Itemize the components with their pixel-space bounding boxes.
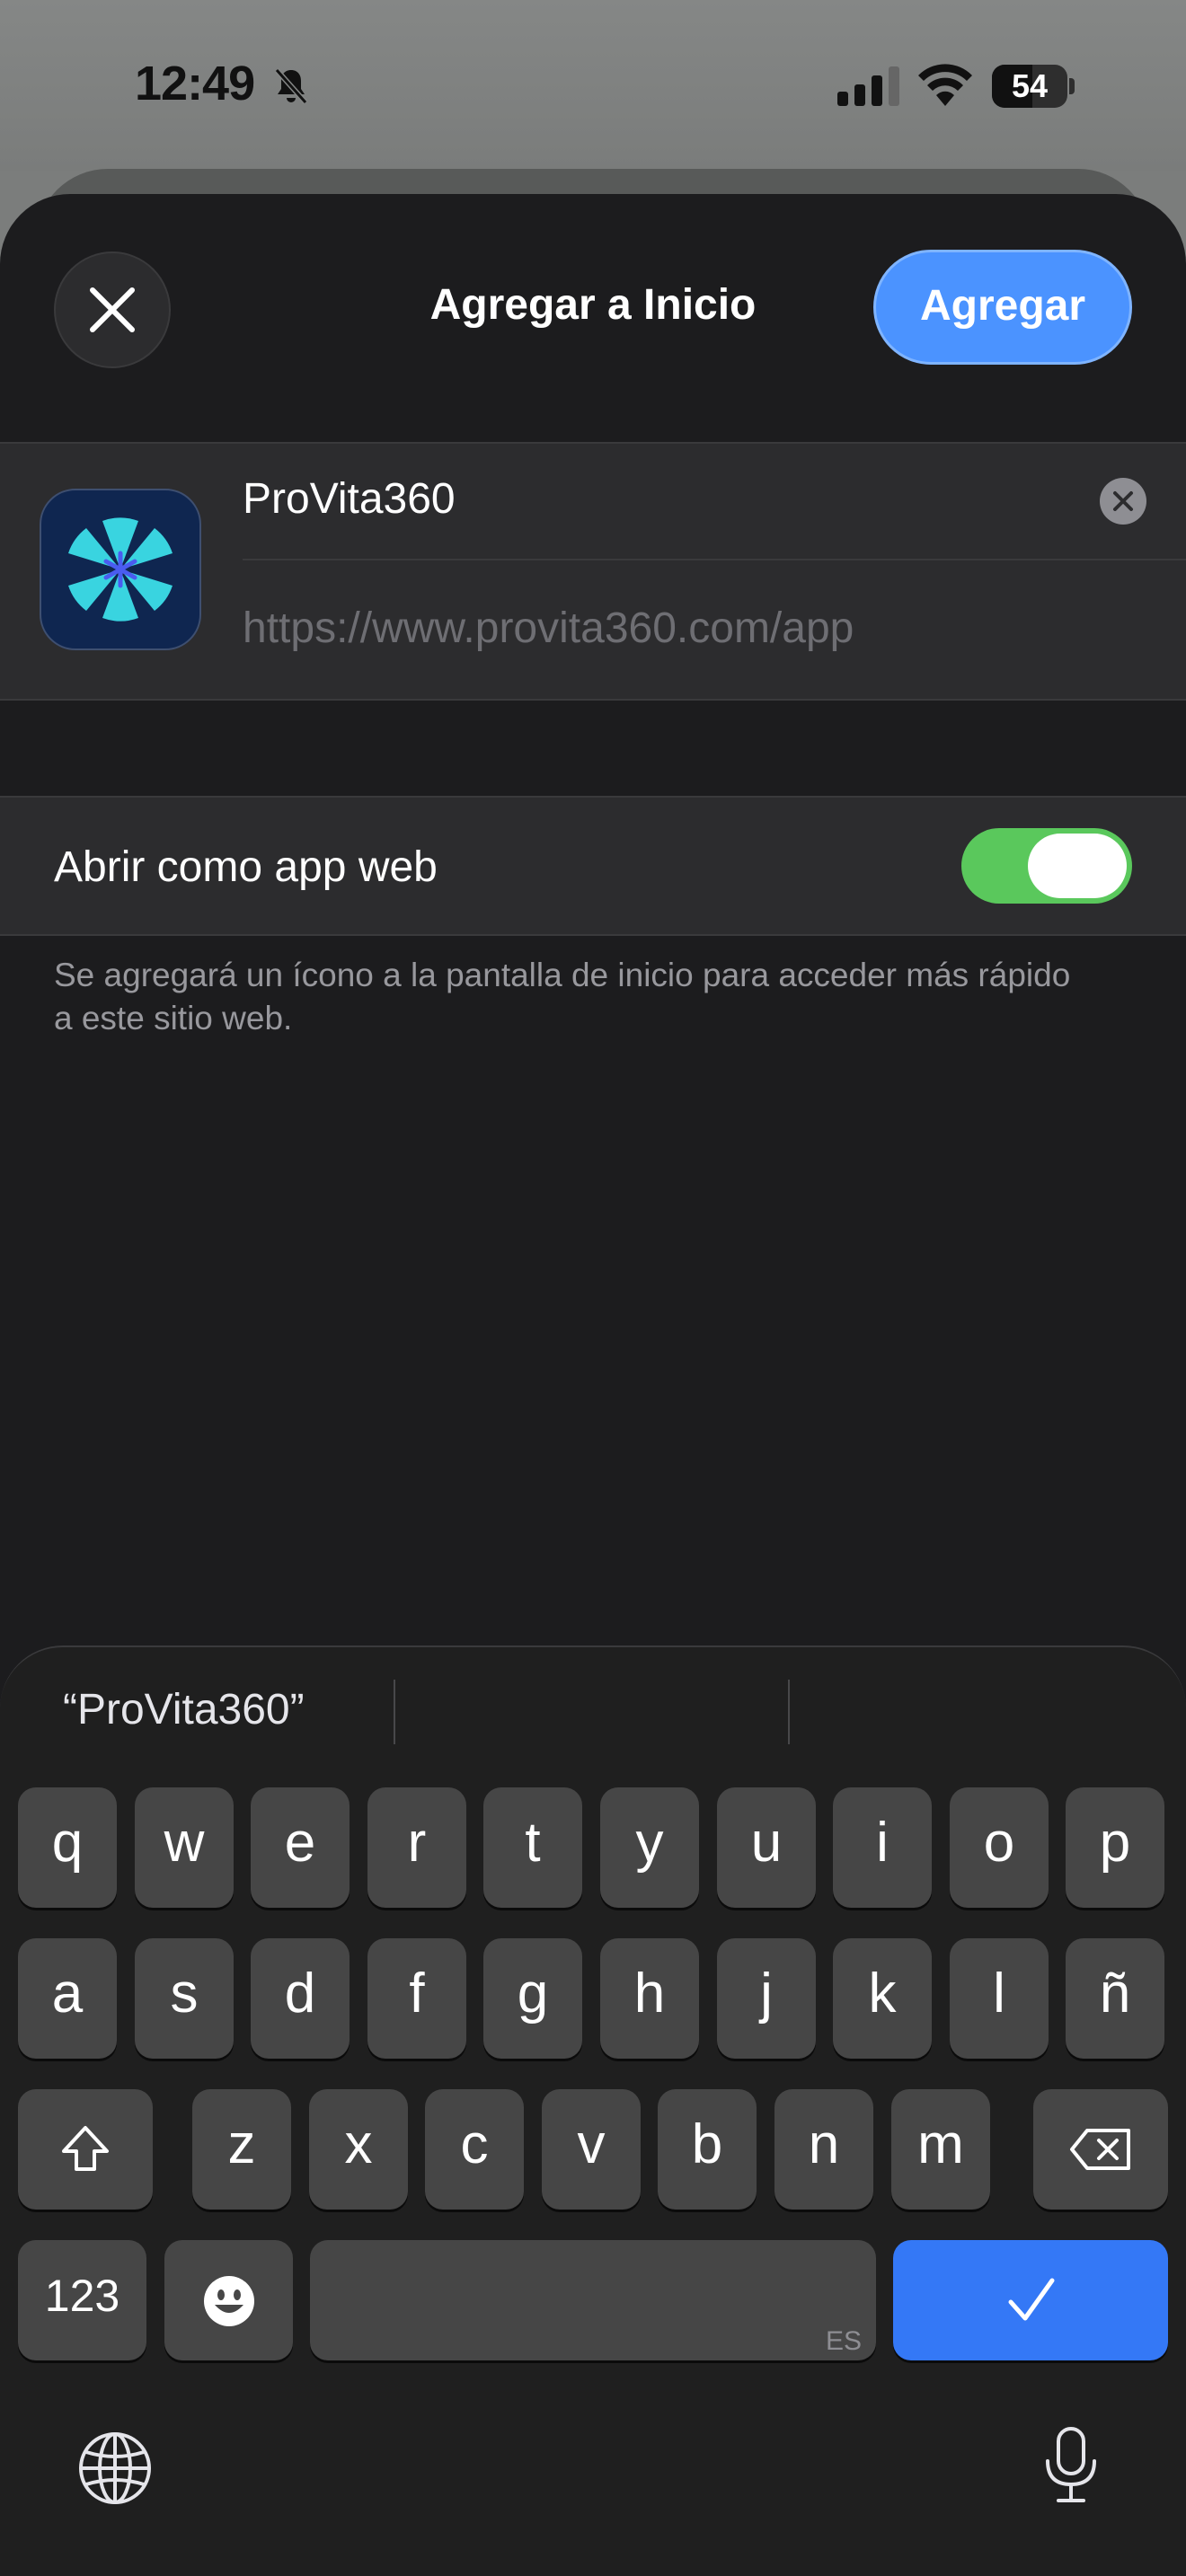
key-v[interactable]: v: [542, 2089, 641, 2210]
web-app-toggle[interactable]: [961, 828, 1132, 904]
shortcut-name-input[interactable]: ProVita360: [243, 474, 456, 524]
key-p[interactable]: p: [1066, 1787, 1164, 1908]
key-z[interactable]: z: [192, 2089, 291, 2210]
checkmark-icon: [1008, 2278, 1055, 2321]
key-t[interactable]: t: [483, 1787, 582, 1908]
key-n[interactable]: n: [774, 2089, 873, 2210]
microphone-icon[interactable]: [1042, 2425, 1100, 2504]
key-q[interactable]: q: [18, 1787, 117, 1908]
globe-icon[interactable]: [77, 2430, 153, 2506]
provita-logo-icon: [68, 517, 173, 622]
suggestion-divider: [788, 1680, 790, 1744]
field-divider: [243, 559, 1186, 560]
done-key[interactable]: [893, 2240, 1168, 2360]
key-l[interactable]: l: [950, 1938, 1049, 2059]
key-w[interactable]: w: [135, 1787, 234, 1908]
emoji-key[interactable]: [164, 2240, 293, 2360]
clear-text-button[interactable]: [1100, 478, 1146, 525]
bell-slash-icon: [274, 68, 308, 104]
key-d[interactable]: d: [251, 1938, 350, 2059]
key-g[interactable]: g: [483, 1938, 582, 2059]
web-app-toggle-label: Abrir como app web: [54, 843, 438, 891]
toggle-knob: [1028, 834, 1127, 898]
key-r[interactable]: r: [367, 1787, 466, 1908]
shift-key[interactable]: [18, 2089, 153, 2210]
web-app-footer-text: Se agregará un ícono a la pantalla de in…: [54, 957, 1071, 1037]
key-ñ[interactable]: ñ: [1066, 1938, 1164, 2059]
keyboard-language-label: ES: [825, 2326, 862, 2356]
battery-icon: 54: [992, 65, 1075, 108]
key-a[interactable]: a: [18, 1938, 117, 2059]
key-j[interactable]: j: [717, 1938, 816, 2059]
app-icon: [40, 489, 201, 650]
key-i[interactable]: i: [833, 1787, 932, 1908]
key-h[interactable]: h: [600, 1938, 699, 2059]
keyboard-suggestion[interactable]: “ProVita360”: [63, 1685, 305, 1734]
key-x[interactable]: x: [309, 2089, 408, 2210]
delete-key[interactable]: [1033, 2089, 1168, 2210]
key-f[interactable]: f: [367, 1938, 466, 2059]
clear-icon: [1113, 491, 1133, 511]
emoji-icon: [204, 2276, 254, 2326]
key-y[interactable]: y: [600, 1787, 699, 1908]
key-u[interactable]: u: [717, 1787, 816, 1908]
shortcut-url: https://www.provita360.com/app: [243, 604, 854, 652]
signal-icon: [837, 66, 899, 106]
space-key[interactable]: ES: [310, 2240, 876, 2360]
shift-icon: [62, 2126, 109, 2171]
battery-level-text: 54: [1011, 67, 1049, 104]
wifi-icon: [918, 64, 972, 106]
key-k[interactable]: k: [833, 1938, 932, 2059]
key-c[interactable]: c: [425, 2089, 524, 2210]
numbers-key[interactable]: 123: [18, 2240, 146, 2360]
suggestion-divider: [394, 1680, 395, 1744]
delete-icon: [1070, 2129, 1130, 2170]
key-b[interactable]: b: [658, 2089, 757, 2210]
key-m[interactable]: m: [891, 2089, 990, 2210]
key-o[interactable]: o: [950, 1787, 1049, 1908]
status-bar: 12:49 54: [0, 0, 1186, 171]
key-e[interactable]: e: [251, 1787, 350, 1908]
add-button[interactable]: Agregar: [873, 250, 1132, 365]
status-time: 12:49: [135, 57, 255, 110]
key-s[interactable]: s: [135, 1938, 234, 2059]
